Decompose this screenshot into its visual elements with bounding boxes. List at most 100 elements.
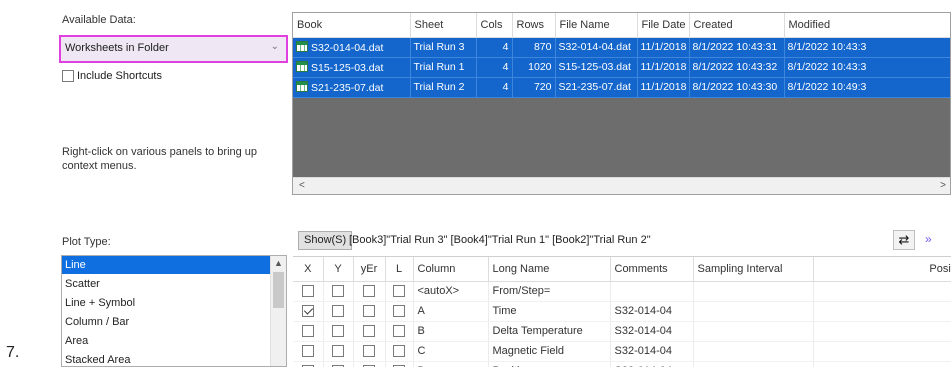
x-checkbox[interactable] — [301, 285, 314, 298]
column-column-cell: <autoX> — [413, 281, 489, 302]
yer-checkbox[interactable] — [363, 285, 375, 298]
column-position-cell: 0 — [813, 281, 951, 302]
book-column-header[interactable]: Modified — [784, 13, 950, 38]
book-cell-text: 720 — [533, 81, 552, 93]
column-column-cell: B — [413, 321, 489, 342]
book-table-cell: S21-235-07.dat — [555, 77, 638, 98]
column-table-header[interactable]: L — [385, 257, 414, 282]
column-table: X YyEr L Column Long Name Comments Sampling In… — [293, 257, 951, 367]
column-table-cell — [385, 301, 414, 322]
l-checkbox[interactable] — [393, 305, 405, 318]
book-table-row[interactable]: S32-014-04.dat Trial Run 3 4 870 S32-014-04.… — [293, 37, 950, 58]
selected-sheets-text: [Book3]"Trial Run 3" [Book4]"Trial Run 1… — [349, 234, 651, 246]
available-data-dropdown[interactable]: Worksheets in Folder ⌄ — [59, 35, 288, 63]
y-checkbox[interactable] — [332, 325, 344, 338]
book-column-header[interactable]: Book — [293, 13, 411, 38]
scroll-left-icon[interactable]: < — [299, 180, 305, 191]
x-checkbox[interactable] — [301, 345, 314, 358]
book-column-header[interactable]: Created — [689, 13, 785, 38]
column-table-cell — [385, 361, 414, 367]
book-table-cell: 11/1/2018 — [637, 77, 690, 98]
x-checkbox[interactable] — [301, 305, 314, 318]
book-table-hscrollbar[interactable]: < > — [293, 177, 950, 194]
column-table-header[interactable]: Sampling Interval — [693, 257, 814, 282]
book-column-header[interactable]: Sheet — [410, 13, 477, 38]
y-checkbox[interactable] — [332, 345, 344, 358]
column-table-header[interactable]: X — [293, 257, 324, 282]
plot-type-item[interactable]: Line — [62, 256, 286, 275]
book-table-cell: 870 — [512, 37, 556, 58]
swap-icon[interactable]: ⇄ — [893, 230, 915, 250]
more-options-icon[interactable]: » — [925, 232, 932, 246]
book-table-cell: 720 — [512, 77, 556, 98]
book-cell-text: 8/1/2022 10:43:3 — [787, 61, 867, 73]
plot-list-scrollbar[interactable]: ▲ — [270, 256, 286, 366]
y-checkbox[interactable] — [332, 305, 344, 318]
column-table-row[interactable]: <autoX>From/Step= 0 — [293, 281, 951, 302]
column-table-header[interactable]: yEr — [353, 257, 386, 282]
available-data-value: Worksheets in Folder — [65, 42, 169, 54]
plot-type-item[interactable]: Line + Symbol — [62, 294, 286, 313]
scroll-up-icon[interactable]: ▲ — [274, 258, 283, 268]
y-checkbox[interactable] — [332, 285, 344, 298]
show-button[interactable]: Show(S) — [298, 231, 353, 250]
worksheet-icon — [296, 40, 308, 52]
book-table-cell: 8/1/2022 10:43:32 — [689, 57, 785, 78]
book-table-cell: 11/1/2018 — [637, 57, 690, 78]
book-table-panel[interactable]: Book Sheet Cols Rows File Name File Date Creat… — [292, 12, 951, 195]
plot-type-list[interactable]: Line Scatter Line + Symbol Column / Bar Area… — [61, 255, 287, 367]
book-table-cell: S15-125-03.dat — [555, 57, 638, 78]
book-table: Book Sheet Cols Rows File Name File Date Creat… — [293, 13, 950, 98]
column-table-cell — [323, 281, 354, 302]
yer-checkbox[interactable] — [363, 325, 375, 338]
book-cell-text: Trial Run 3 — [413, 41, 465, 53]
yer-checkbox[interactable] — [363, 345, 375, 358]
include-shortcuts-checkbox[interactable] — [62, 70, 74, 82]
column-table-panel: X YyEr L Column Long Name Comments Sampling In… — [293, 256, 951, 367]
book-cell-text: 8/1/2022 10:43:30 — [692, 81, 778, 93]
column-long-name-cell: Time — [488, 301, 611, 322]
book-cell-text: 4 — [502, 61, 509, 73]
column-table-header[interactable]: Column — [413, 257, 489, 282]
column-table-cell — [353, 321, 386, 342]
plot-type-item[interactable]: Scatter — [62, 275, 286, 294]
column-table-header[interactable]: Position — [813, 257, 951, 282]
book-cell-text: 8/1/2022 10:43:31 — [692, 41, 778, 53]
l-checkbox[interactable] — [393, 345, 405, 358]
book-column-header[interactable]: File Date — [637, 13, 690, 38]
scroll-thumb[interactable] — [273, 272, 284, 308]
include-shortcuts-label: Include Shortcuts — [77, 70, 162, 82]
column-table-cell — [385, 321, 414, 342]
column-column-cell: C — [413, 341, 489, 362]
column-sampling-cell — [693, 321, 814, 342]
plot-type-item[interactable]: Area — [62, 332, 286, 351]
book-table-cell: 8/1/2022 10:43:3 — [784, 37, 950, 58]
plot-type-item[interactable]: Stacked Area — [62, 351, 286, 366]
book-column-header[interactable]: Rows — [512, 13, 556, 38]
book-column-header[interactable]: Cols — [476, 13, 513, 38]
plot-type-label: Plot Type: — [62, 236, 111, 248]
column-table-header[interactable]: Long Name — [488, 257, 611, 282]
book-table-cell: 4 — [476, 57, 513, 78]
book-table-row[interactable]: S21-235-07.dat Trial Run 2 4 720 S21-235-07.… — [293, 77, 950, 98]
x-checkbox[interactable] — [301, 325, 314, 338]
yer-checkbox[interactable] — [363, 305, 375, 318]
column-table-row[interactable]: DPositionS32-014-04 4 — [293, 361, 951, 367]
column-table-row[interactable]: ATimeS32-014-04 1 — [293, 301, 951, 322]
column-long-name-cell: Delta Temperature — [488, 321, 611, 342]
book-column-header[interactable]: File Name — [555, 13, 638, 38]
column-table-row[interactable]: CMagnetic FieldS32-014-04 3 — [293, 341, 951, 362]
worksheet-icon — [296, 60, 308, 72]
column-table-row[interactable]: BDelta TemperatureS32-014-04 2 — [293, 321, 951, 342]
scroll-right-icon[interactable]: > — [940, 180, 946, 191]
chevron-down-icon: ⌄ — [270, 41, 279, 52]
book-table-row[interactable]: S15-125-03.dat Trial Run 1 4 1020 S15-125-03… — [293, 57, 950, 78]
column-table-header[interactable]: Comments — [610, 257, 694, 282]
include-shortcuts-option[interactable]: Include Shortcuts — [62, 70, 162, 82]
column-table-header[interactable]: Y — [323, 257, 354, 282]
l-checkbox[interactable] — [393, 325, 405, 338]
l-checkbox[interactable] — [393, 285, 405, 298]
column-table-cell — [385, 341, 414, 362]
plot-type-item[interactable]: Column / Bar — [62, 313, 286, 332]
column-position-cell: 3 — [813, 341, 951, 362]
